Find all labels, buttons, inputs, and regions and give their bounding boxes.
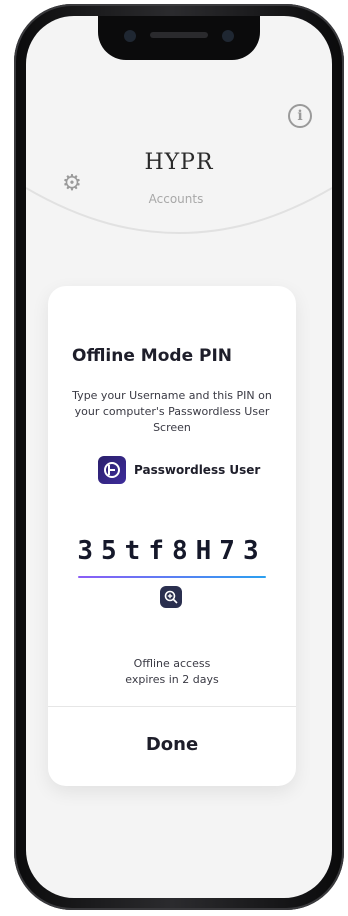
card-title: Offline Mode PIN [72,346,233,366]
app-header: HYPR Accounts [26,88,332,238]
zoom-in-icon[interactable] [160,586,182,608]
pin-underline [78,576,266,578]
card-divider [48,706,296,707]
user-label: Passwordless User [134,463,261,477]
zoom-in-glyph [164,590,178,604]
gear-icon[interactable]: ⚙ [60,172,84,196]
earpiece-speaker [150,32,208,38]
offline-pin-value: 35tf8H73 [77,536,267,566]
notch [98,16,260,60]
phone-screen: HYPR Accounts ⚙ i Offline Mode PIN Type … [26,16,332,898]
user-row: Passwordless User [98,456,260,484]
expiry-line-2: expires in 2 days [125,673,219,686]
done-button[interactable]: Done [48,716,296,772]
offline-pin-card: Offline Mode PIN Type your Username and … [48,286,296,786]
front-sensor [222,30,234,42]
phone-frame: HYPR Accounts ⚙ i Offline Mode PIN Type … [14,4,344,910]
expiry-line-1: Offline access [133,657,211,670]
info-icon[interactable]: i [288,104,312,128]
front-camera [124,30,136,42]
passwordless-user-icon [98,456,126,484]
passwordless-user-glyph [104,462,120,478]
instruction-text: Type your Username and this PIN on your … [72,389,272,434]
expiry-text: Offline access expires in 2 days [80,656,264,688]
